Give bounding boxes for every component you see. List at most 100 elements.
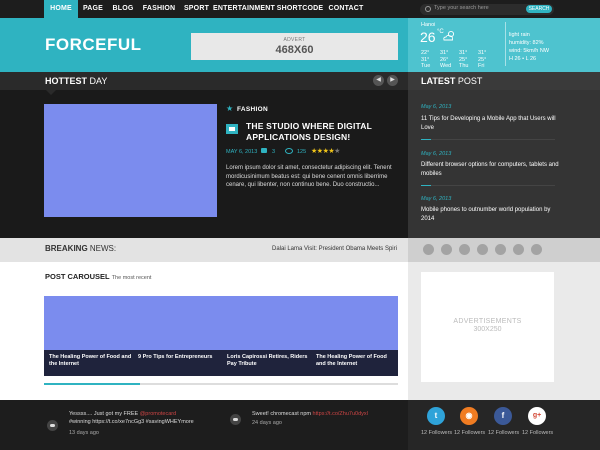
ad300-label: ADVERTISEMENTS [453, 318, 522, 325]
forecast-day: 22° 31° Tue [421, 50, 439, 70]
weather-city: Hanoi [421, 22, 436, 28]
prev-arrow-icon[interactable]: ◀ [373, 75, 384, 86]
search-icon [425, 6, 431, 12]
latest-separator [421, 185, 555, 186]
breaking-label-rest: NEWS: [87, 244, 117, 253]
tweet-link[interactable]: @promotecard [140, 411, 176, 417]
latest-item-date: May 6, 2013 [421, 104, 452, 110]
weather-details: light rain humidity: 82% wind: 5km/h NW … [509, 31, 549, 63]
google-plus-followers: 12 Followers [522, 430, 554, 436]
featured-post-title[interactable]: THE STUDIO WHERE DIGITAL APPLICATIONS DE… [246, 121, 396, 143]
breaking-label: BREAKING NEWS: [45, 244, 116, 253]
star-icon: ★ [226, 104, 234, 113]
facebook-follow-icon[interactable]: f [494, 407, 512, 425]
latest-item-date: May 6, 2013 [421, 151, 452, 157]
forecast-day-name: Fri [478, 63, 485, 69]
rss-follow-icon[interactable]: ◉ [460, 407, 478, 425]
weather-wind: wind: 5km/h NW [509, 48, 550, 54]
site-logo[interactable]: FORCEFUL [45, 35, 142, 55]
nav-contact[interactable]: CONTACT [325, 0, 367, 18]
google-plus-icon[interactable] [441, 244, 452, 255]
carousel-caption[interactable]: 9 Pro Tips for Entrepreneurs [138, 354, 218, 361]
weather-humidity: humidity: 82% [509, 40, 544, 46]
dribbble-icon[interactable] [423, 244, 434, 255]
latest-item-title[interactable]: Different browser options for computers,… [421, 161, 561, 178]
header-advert[interactable]: ADVERT 468X60 [191, 33, 398, 60]
tweet-link[interactable]: https://t.co/Zhu7u0dyxl [313, 411, 368, 417]
hottest-title: HOTTEST DAY [45, 76, 107, 86]
facebook-followers: 12 Followers [488, 430, 520, 436]
tweet-date: 24 days ago [252, 420, 282, 426]
weather-divider [505, 22, 506, 66]
nav-shortcode[interactable]: SHORTCODE [275, 0, 325, 18]
carousel-caption[interactable]: The Healing Power of Food and the Intern… [316, 354, 396, 368]
nav-home[interactable]: HOME [44, 0, 78, 18]
google-plus-follow-icon[interactable]: g+ [528, 407, 546, 425]
forecast-day: 31° 26° Wed [440, 50, 458, 70]
latest-item-title[interactable]: Mobile phones to outnumber world populat… [421, 206, 561, 223]
comment-count[interactable]: 3 [272, 149, 275, 155]
sidebar-advert[interactable]: ADVERTISEMENTS 300X250 [421, 272, 554, 382]
carousel-title: POST CAROUSEL The most recent [45, 272, 151, 281]
nav-fashion[interactable]: FASHION [138, 0, 180, 18]
twitter-icon [47, 420, 58, 431]
latest-item-date: May 6, 2013 [421, 196, 452, 202]
weather-temp: 26 [420, 29, 436, 45]
image-post-icon [226, 124, 238, 134]
nav-page[interactable]: PAGE [78, 0, 108, 18]
tweet-text: Sweet! chromecast npm https://t.co/Zhu7u… [252, 410, 402, 418]
advert-label: ADVERT [283, 37, 306, 43]
twitter-icon [230, 414, 241, 425]
featured-image[interactable] [44, 104, 217, 217]
top-nav: HOME PAGE BLOG FASHION SPORT ENTERTAINME… [0, 0, 408, 18]
twitter-icon[interactable] [477, 244, 488, 255]
search-button[interactable]: SEARCH [526, 5, 552, 13]
tweet-text-part: Yessss.... Just got my FREE [69, 411, 140, 417]
nav-blog[interactable]: BLOG [108, 0, 138, 18]
forecast-day-name: Thu [459, 63, 469, 69]
tweet-date: 13 days ago [69, 430, 99, 436]
rss-followers: 12 Followers [454, 430, 486, 436]
forecast-day-name: Wed [440, 63, 452, 69]
rating-stars: ★★★★★ [311, 147, 340, 155]
tweet-text-part: Sweet! chromecast npm [252, 411, 313, 417]
carousel-title-bold: POST CAROUSEL [45, 272, 110, 281]
post-category[interactable]: FASHION [237, 106, 268, 113]
hottest-title-bold: HOTTEST [45, 76, 87, 86]
vimeo-icon[interactable] [531, 244, 542, 255]
twitter-followers: 12 Followers [421, 430, 453, 436]
advert-size: 468X60 [275, 44, 314, 56]
carousel-caption[interactable]: Loris Capirossi Retires, Riders Pay Trib… [227, 354, 311, 368]
forecast-day: 31° 25° Fri [478, 50, 496, 70]
carousel-subtitle: The most recent [111, 275, 152, 281]
latest-title-bold: LATEST [421, 76, 456, 86]
weather-condition: light rain [509, 32, 530, 38]
next-arrow-icon[interactable]: ▶ [387, 75, 398, 86]
comment-icon [261, 148, 267, 153]
twitter-follow-icon[interactable]: t [427, 407, 445, 425]
ad300-size: 300X250 [473, 326, 502, 333]
view-count: 125 [297, 149, 307, 155]
latest-item-title[interactable]: 11 Tips for Developing a Mobile App that… [421, 115, 561, 132]
latest-title: LATEST POST [421, 76, 482, 86]
post-date: MAY 6, 2013 [226, 149, 258, 155]
breaking-label-bold: BREAKING [45, 244, 88, 253]
eye-icon [285, 148, 293, 154]
weather-highlow: H 26 • L 26 [509, 56, 537, 62]
breaking-ticker[interactable]: Dalai Lama Visit: President Obama Meets … [272, 246, 397, 252]
nav-entertainment[interactable]: ENTERTAINMENT [213, 0, 275, 18]
flickr-icon[interactable] [513, 244, 524, 255]
cloud-sun-icon [443, 30, 455, 41]
tweet-text: Yessss.... Just got my FREE @promotecard… [69, 410, 199, 426]
nav-sport[interactable]: SPORT [180, 0, 213, 18]
search-placeholder: Type your search here [434, 5, 489, 11]
carousel-progress-fill [44, 383, 140, 385]
carousel-caption[interactable]: The Healing Power of Food and the Intern… [49, 354, 133, 368]
post-excerpt: Lorem ipsum dolor sit amet, consectetur … [226, 165, 392, 188]
hottest-title-rest: DAY [87, 76, 108, 86]
forecast-day-name: Tue [421, 63, 431, 69]
forecast-day: 31° 25° Thu [459, 50, 477, 70]
hottest-notch [46, 90, 56, 95]
rss-icon[interactable] [495, 244, 506, 255]
facebook-icon[interactable] [459, 244, 470, 255]
